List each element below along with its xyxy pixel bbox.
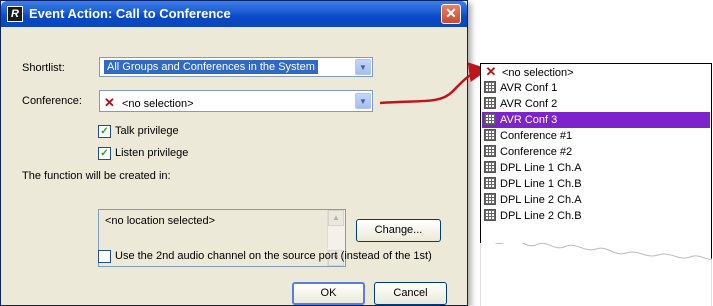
list-item-label: AVR Conf 3 [500,114,558,126]
list-item[interactable]: DPL Line 1 Ch.B [482,176,710,192]
conference-grid-icon [484,193,496,205]
list-item-label: DPL Line 2 Ch.A [500,194,582,206]
list-item-label: AVR Conf 2 [500,98,558,110]
list-item[interactable]: DPL Line 2 Ch.A [482,192,710,208]
list-item-label: DPL Line 1 Ch.A [500,162,582,174]
list-item-label: Conference #2 [500,146,573,158]
conference-grid-icon [484,129,496,141]
list-item-label: <no selection> [502,67,574,79]
list-item[interactable]: ✕ <no selection> [482,64,710,80]
conference-dropdown-list: ✕ <no selection> AVR Conf 1 AVR Conf 2 AV… [480,63,712,306]
x-icon: ✕ [485,64,497,79]
conference-grid-icon [484,209,496,221]
list-item-label: AVR Conf 1 [500,82,558,94]
list-item[interactable]: AVR Conf 2 [482,96,710,112]
list-item-label: DPL Line 2 Ch.B [500,210,582,222]
conference-grid-icon [484,177,496,189]
list-item[interactable]: Conference #2 [482,144,710,160]
conference-grid-icon [484,97,496,109]
list-item[interactable]: DPL Line 1 Ch.A [482,160,710,176]
torn-edge [480,243,712,306]
list-item-label: DPL Line 1 Ch.B [500,178,582,190]
conference-grid-icon [484,81,496,93]
list-item[interactable]: DPL Line 2 Ch.B [482,208,710,224]
list-item-selected[interactable]: AVR Conf 3 [482,112,710,128]
conference-grid-icon [484,145,496,157]
conference-grid-icon [484,161,496,173]
conference-grid-icon [484,113,496,125]
list-item[interactable]: AVR Conf 1 [482,80,710,96]
list-item[interactable]: Conference #1 [482,128,710,144]
list-item-label: Conference #1 [500,130,573,142]
